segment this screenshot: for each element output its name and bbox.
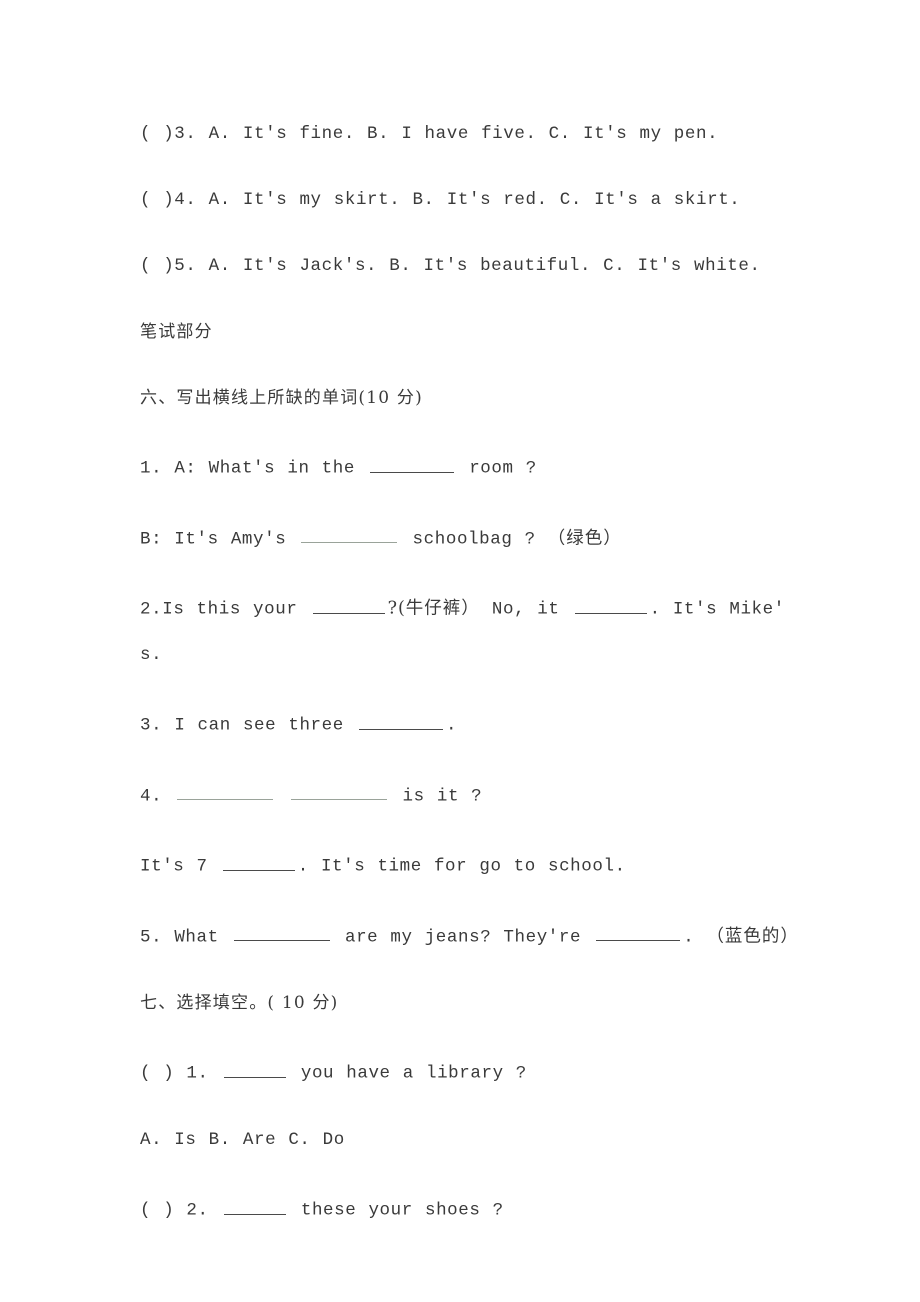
answer-blank[interactable] [358, 712, 443, 730]
section-six-q3: 3. I can see three . [140, 712, 800, 736]
question-number: 4. [140, 786, 163, 807]
item-text: A. It's Jack's. B. It's beautiful. C. It… [208, 256, 761, 276]
question-text: B: It's Amy's [140, 529, 287, 550]
answer-blank[interactable] [291, 783, 388, 801]
question-text: It's 7 [140, 856, 208, 877]
answer-blank[interactable] [177, 783, 274, 801]
item-text: A. It's fine. B. I have five. C. It's my… [208, 124, 719, 144]
question-tail: room ? [469, 458, 537, 479]
item-marker: ( )4. [140, 190, 197, 210]
section-seven-q1: ( ) 1. you have a library ? [140, 1060, 800, 1084]
question-text-2: No, it [491, 599, 560, 620]
listening-item-5: ( )5. A. It's Jack's. B. It's beautiful.… [140, 257, 800, 276]
section-seven-q2: ( ) 2. these your shoes ? [140, 1197, 800, 1221]
answer-blank[interactable] [223, 1060, 286, 1078]
answer-blank[interactable] [312, 596, 385, 614]
section-six-q5: 5. What are my jeans? They're . （蓝色的） [140, 924, 800, 948]
item-marker: ( )5. [140, 256, 197, 276]
section-six-heading: 六、写出横线上所缺的单词(10 分) [140, 388, 423, 408]
listening-item-4: ( )4. A. It's my skirt. B. It's red. C. … [140, 191, 800, 210]
listening-item-3: ( )3. A. It's fine. B. I have five. C. I… [140, 125, 800, 144]
answer-blank[interactable] [370, 455, 455, 473]
question-tail: is it ? [402, 786, 483, 807]
section-six-q1-a: 1. A: What's in the room ? [140, 455, 800, 479]
question-hint: （蓝色的） [706, 926, 799, 947]
question-number: 3. [140, 715, 163, 736]
item-text: A. It's my skirt. B. It's red. C. It's a… [208, 190, 741, 210]
section-six-q4-cont: It's 7 . It's time for go to school. [140, 853, 800, 877]
exam-page: ( )3. A. It's fine. B. I have five. C. I… [0, 0, 920, 1302]
question-hint: （绿色） [547, 528, 622, 549]
answer-blank[interactable] [301, 526, 398, 544]
answer-blank[interactable] [222, 853, 295, 871]
question-number: 1. [140, 458, 163, 479]
section-six-q2: 2.Is this your ?(牛仔裤） No, it . It's Mike… [140, 596, 800, 620]
item-marker: ( ) 1. [140, 1064, 209, 1084]
written-part-heading: 笔试部分 [140, 322, 213, 342]
section-seven-q1-options: A. Is B. Are C. Do [140, 1130, 345, 1150]
question-tail: . It's time for go to school. [297, 856, 626, 877]
question-text: you have a library ? [300, 1064, 527, 1084]
question-mid: are my jeans? They're [344, 927, 582, 948]
question-hint: ?(牛仔裤） [387, 598, 480, 619]
question-text-3: . It's Mike' [649, 599, 785, 620]
section-six-q1-b: B: It's Amy's schoolbag ? （绿色） [140, 526, 800, 550]
question-text: I can see three [174, 715, 344, 736]
section-six-q4: 4. is it ? [140, 783, 800, 807]
question-text: these your shoes ? [300, 1200, 504, 1221]
question-number: 2. [140, 599, 163, 620]
item-marker: ( ) 2. [140, 1200, 209, 1221]
section-seven-heading: 七、选择填空。( 10 分) [140, 993, 339, 1014]
item-marker: ( )3. [140, 124, 197, 144]
question-text: Is this your [162, 599, 298, 620]
section-six-q2-cont: s. [140, 644, 163, 665]
answer-blank[interactable] [233, 924, 330, 942]
question-tail: . [445, 715, 458, 736]
question-text: A: What's in the [174, 458, 355, 479]
question-post: . [683, 927, 695, 948]
question-mid: schoolbag ? [412, 529, 536, 550]
answer-blank[interactable] [596, 924, 681, 942]
answer-blank[interactable] [574, 596, 647, 614]
question-number: 5. [140, 927, 163, 948]
question-text: What [174, 927, 219, 948]
answer-blank[interactable] [223, 1197, 286, 1215]
